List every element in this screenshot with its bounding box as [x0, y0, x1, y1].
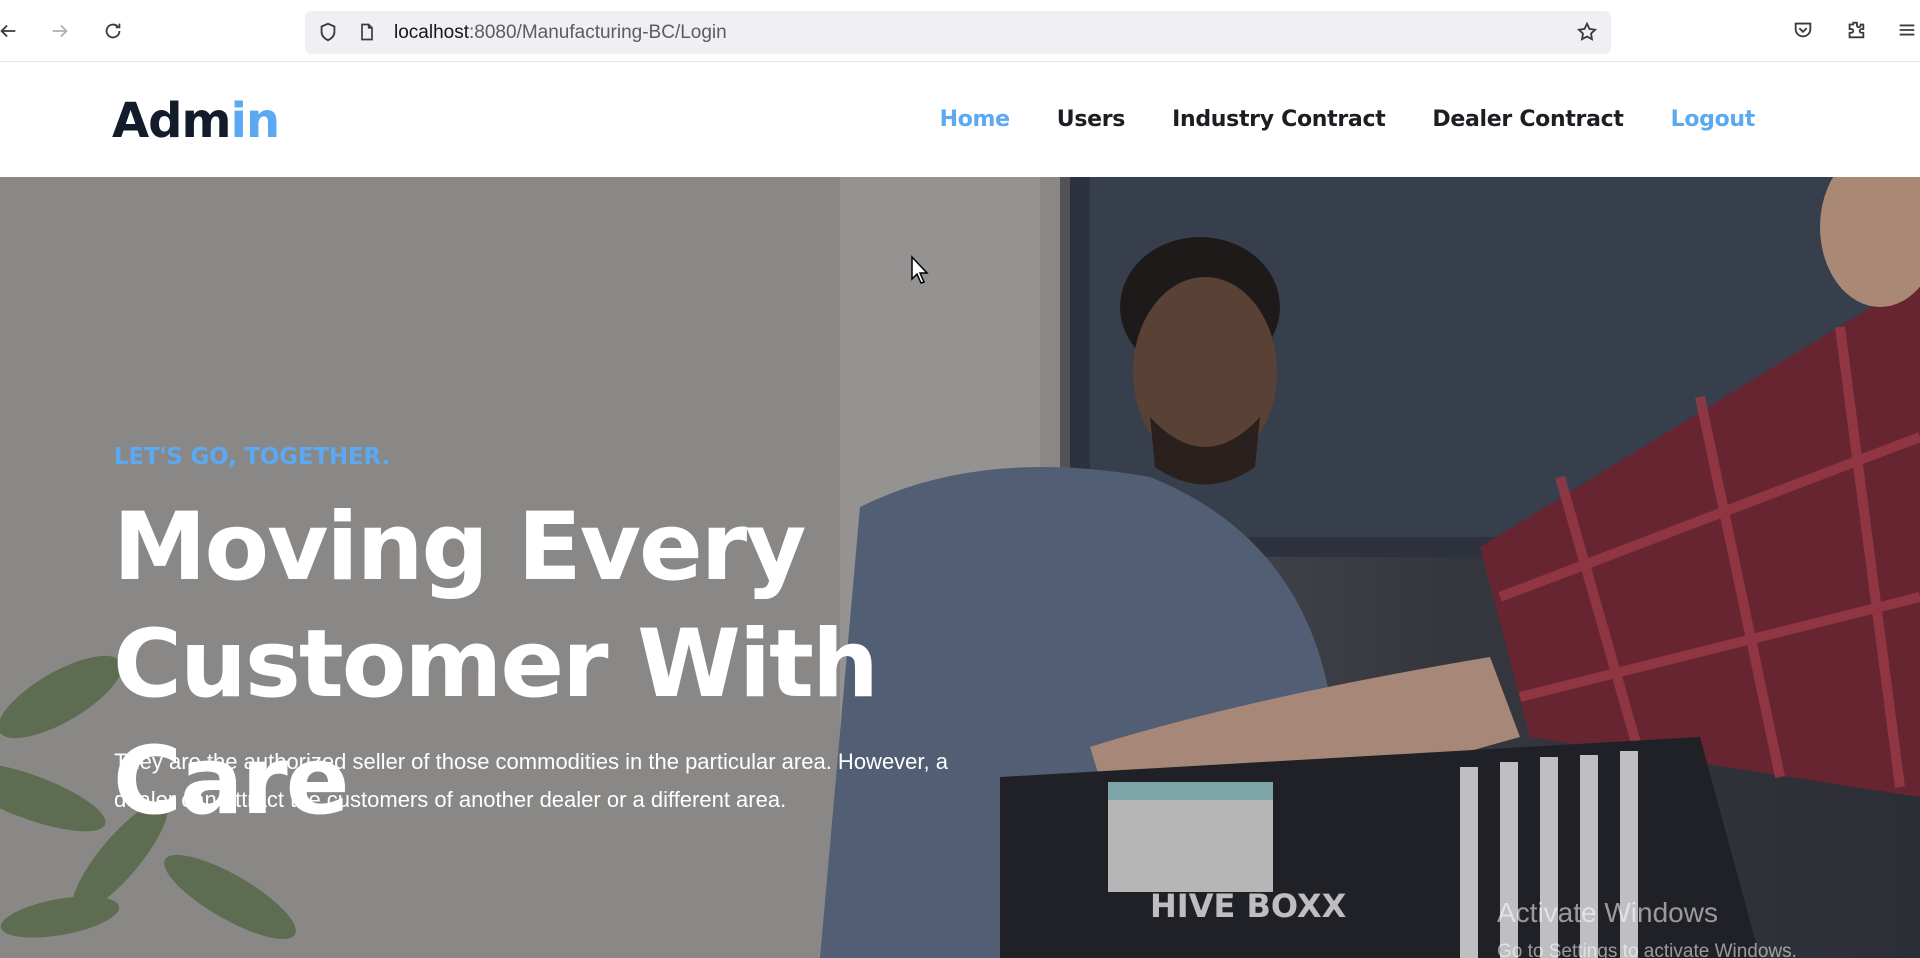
nav-logout-link[interactable]: Logout [1671, 106, 1756, 134]
extensions-icon[interactable] [1843, 17, 1869, 43]
shield-icon[interactable] [317, 21, 339, 43]
activate-windows-title: Activate Windows [1497, 897, 1718, 928]
hero-kicker: LET'S GO, TOGETHER. [114, 444, 390, 470]
menu-icon[interactable] [1894, 17, 1920, 43]
logo-accent: in [230, 93, 281, 149]
url-host: localhost [394, 22, 469, 43]
hero-banner: HIVE BOXX LET'S GO, TOGETHER. Moving Eve… [0, 177, 1920, 958]
mouse-pointer-icon [911, 255, 929, 284]
nav-users-link[interactable]: Users [1057, 106, 1126, 134]
back-arrow-icon[interactable] [0, 15, 24, 47]
pocket-icon[interactable] [1790, 17, 1816, 43]
hero-title-line1: Moving Every [113, 493, 806, 602]
reload-icon[interactable] [97, 15, 129, 47]
page-icon[interactable] [356, 21, 378, 43]
forward-arrow-icon[interactable] [44, 15, 76, 47]
site-header: Admin Home Users Industry Contract Deale… [0, 62, 1920, 177]
browser-toolbar: localhost:8080/Manufacturing-BC/Login [0, 0, 1920, 62]
address-bar[interactable]: localhost:8080/Manufacturing-BC/Login [305, 11, 1611, 54]
hero-description: They are the authorized seller of those … [114, 749, 948, 812]
logo-main: Adm [112, 93, 232, 149]
nav-home-link[interactable]: Home [940, 106, 1010, 134]
activate-windows-subtitle: Go to Settings to activate Windows. [1497, 941, 1797, 958]
star-icon[interactable] [1576, 21, 1598, 43]
main-nav: Home Users Industry Contract Dealer Cont… [940, 106, 1756, 134]
nav-industry-contract-link[interactable]: Industry Contract [1172, 106, 1386, 134]
url-text[interactable]: localhost:8080/Manufacturing-BC/Login [394, 21, 727, 44]
url-path: :8080/Manufacturing-BC/Login [469, 22, 727, 43]
site-logo[interactable]: Admin [112, 89, 281, 153]
nav-dealer-contract-link[interactable]: Dealer Contract [1432, 106, 1624, 134]
